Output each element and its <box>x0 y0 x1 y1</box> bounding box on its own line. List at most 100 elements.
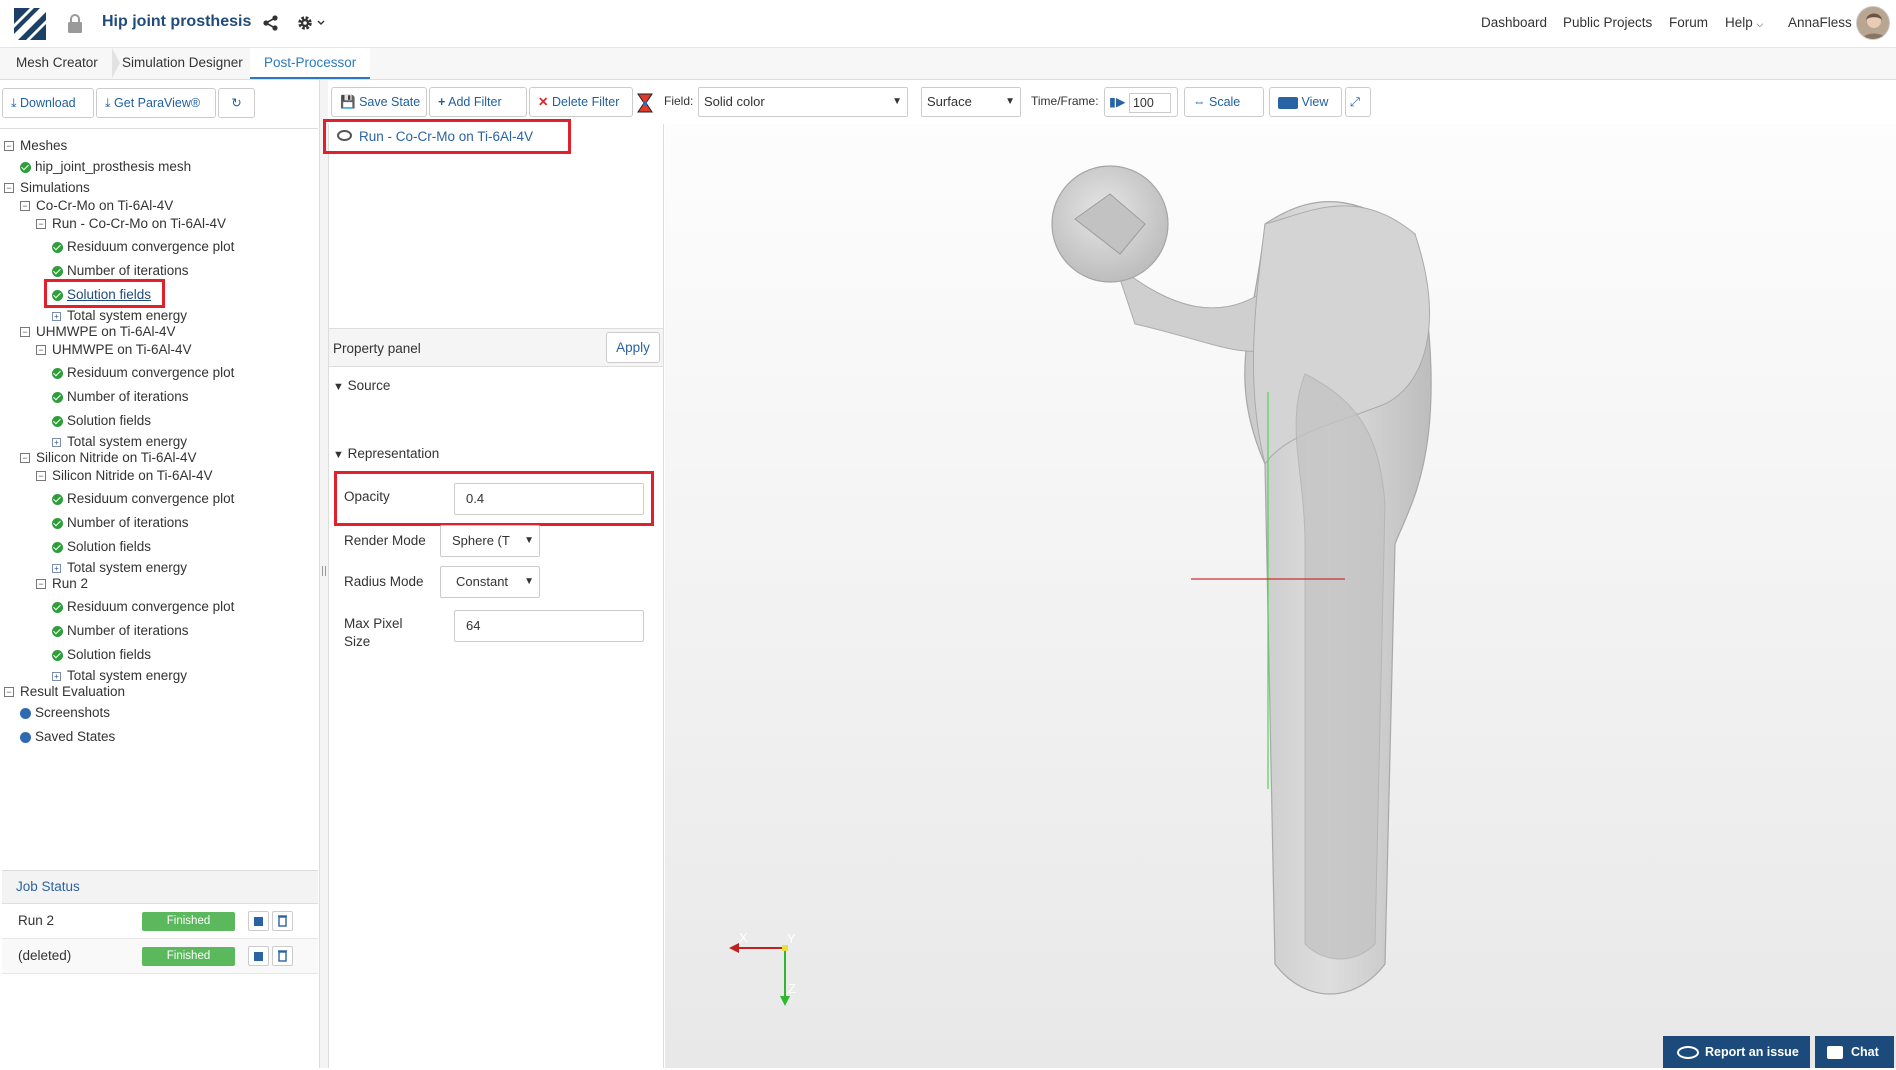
delete-filter-button[interactable]: ✕ Delete Filter <box>529 87 633 117</box>
download-icon: ⤓ <box>105 96 111 110</box>
left-panel: ⤓ Download ⤓ Get ParaView® ↻ − Meshes hip… <box>0 80 320 1068</box>
share-icon[interactable] <box>262 14 280 32</box>
representation-section-toggle[interactable]: ▼ Representation <box>333 446 439 461</box>
tree-solution-fields[interactable]: Solution fields <box>52 646 151 664</box>
collapse-icon[interactable]: − <box>36 471 46 482</box>
report-issue-button[interactable]: Report an issue <box>1663 1036 1810 1068</box>
collapse-icon[interactable]: − <box>20 327 30 338</box>
nav-forum[interactable]: Forum <box>1669 15 1708 30</box>
stop-job-button[interactable] <box>248 911 269 931</box>
panel-splitter[interactable] <box>320 80 328 1068</box>
scale-button[interactable]: ⇔ Scale <box>1184 87 1264 117</box>
tree-meshes[interactable]: − Meshes <box>4 137 67 155</box>
user-avatar[interactable] <box>1856 6 1890 40</box>
tree-sim-cocrmo[interactable]: − Co-Cr-Mo on Ti-6Al-4V <box>20 197 173 215</box>
tree-mesh-item[interactable]: hip_joint_prosthesis mesh <box>20 158 191 176</box>
tree-screenshots[interactable]: Screenshots <box>20 704 110 722</box>
save-state-button[interactable]: 💾 Save State <box>331 87 427 117</box>
source-section-toggle[interactable]: ▼ Source <box>333 378 390 393</box>
delete-filter-label: Delete Filter <box>551 95 620 109</box>
tree-residuum-label: Residuum convergence plot <box>67 239 235 254</box>
tree-run-cocrmo[interactable]: − Run - Co-Cr-Mo on Ti-6Al-4V <box>36 215 226 233</box>
tree-solution-fields[interactable]: Solution fields <box>52 538 151 556</box>
tree-simulations[interactable]: − Simulations <box>4 179 90 197</box>
expand-icon[interactable]: + <box>52 671 61 681</box>
stop-job-button[interactable] <box>248 946 269 966</box>
time-frame-input[interactable]: 100 <box>1128 92 1171 113</box>
collapse-icon[interactable]: − <box>4 183 14 194</box>
triangle-down-icon: ▼ <box>333 449 344 461</box>
collapse-icon[interactable]: − <box>36 219 46 230</box>
collapse-icon[interactable]: − <box>4 141 14 152</box>
refresh-button[interactable]: ↻ <box>218 88 255 118</box>
project-tree: − Meshes hip_joint_prosthesis mesh − Simul… <box>0 128 318 744</box>
job-row: (deleted) Finished <box>2 939 318 974</box>
collapse-icon[interactable]: − <box>4 687 14 698</box>
get-paraview-button[interactable]: ⤓ Get ParaView® <box>96 88 216 118</box>
check-icon <box>52 541 63 553</box>
tree-iterations[interactable]: Number of iterations <box>52 514 189 532</box>
tree-total-energy-label: Total system energy <box>67 308 188 323</box>
3d-viewport[interactable]: X Y Z <box>665 124 1896 1068</box>
collapse-icon[interactable]: − <box>36 345 46 356</box>
nav-public-projects[interactable]: Public Projects <box>1563 15 1652 30</box>
download-button[interactable]: ⤓ Download <box>2 88 94 118</box>
radius-mode-select[interactable]: Constant ▼ <box>440 566 540 598</box>
tree-saved-states[interactable]: Saved States <box>20 728 115 746</box>
colormap-icon[interactable] <box>637 93 653 113</box>
expand-icon[interactable]: + <box>52 437 61 447</box>
tab-mesh-creator[interactable]: Mesh Creator <box>2 48 120 79</box>
tree-result-evaluation[interactable]: − Result Evaluation <box>4 683 125 701</box>
render-mode-select[interactable]: Sphere (T ▼ <box>440 525 540 557</box>
render-mode-value: Sphere (T <box>452 533 510 548</box>
top-navbar: Hip joint prosthesis Dashboard Public Pr… <box>0 0 1896 48</box>
tree-sim-uhmwpe[interactable]: − UHMWPE on Ti-6Al-4V <box>20 323 176 341</box>
tree-residuum-label: Residuum convergence plot <box>67 599 235 614</box>
tree-run-2[interactable]: − Run 2 <box>36 575 88 593</box>
nav-help[interactable]: Help ⌵ <box>1725 15 1763 30</box>
download-label: Download <box>20 96 76 110</box>
max-pixel-size-input[interactable]: 64 <box>454 610 644 642</box>
eye-icon <box>1677 1046 1699 1060</box>
chat-button[interactable]: Chat <box>1815 1036 1894 1068</box>
property-panel-title: Property panel <box>333 341 421 356</box>
expand-icon[interactable]: + <box>52 311 61 321</box>
apply-button[interactable]: Apply <box>606 332 660 363</box>
nav-user-name[interactable]: AnnaFless <box>1788 15 1852 30</box>
reset-camera-button[interactable]: ⤢ <box>1345 87 1371 117</box>
nav-dashboard[interactable]: Dashboard <box>1481 15 1547 30</box>
collapse-icon[interactable]: − <box>20 201 30 212</box>
add-filter-button[interactable]: + Add Filter <box>429 87 527 117</box>
time-frame-control[interactable]: ▮▶ 100 <box>1104 87 1178 117</box>
tree-iterations[interactable]: Number of iterations <box>52 622 189 640</box>
representation-select[interactable]: Surface ▼ <box>921 87 1021 117</box>
tree-sim-silicon[interactable]: − Silicon Nitride on Ti-6Al-4V <box>20 449 197 467</box>
chevron-down-icon: ⌵ <box>1756 19 1764 29</box>
tree-residuum-plot[interactable]: Residuum convergence plot <box>52 238 234 256</box>
tree-solution-fields[interactable]: Solution fields <box>52 412 151 430</box>
tree-run-uhmwpe[interactable]: − UHMWPE on Ti-6Al-4V <box>36 341 192 359</box>
tree-residuum-plot[interactable]: Residuum convergence plot <box>52 490 234 508</box>
expand-icon[interactable]: + <box>52 563 61 573</box>
tab-post-processor[interactable]: Post-Processor <box>250 48 371 79</box>
tab-simulation-designer[interactable]: Simulation Designer <box>108 48 265 79</box>
orientation-axes: X Y Z <box>729 930 796 1006</box>
tree-solution-fields-label: Solution fields <box>67 647 152 662</box>
delete-job-button[interactable] <box>272 911 293 931</box>
tree-residuum-plot[interactable]: Residuum convergence plot <box>52 598 234 616</box>
axis-label-x: X <box>739 930 748 945</box>
delete-job-button[interactable] <box>272 946 293 966</box>
project-title: Hip joint prosthesis <box>102 13 252 30</box>
collapse-icon[interactable]: − <box>36 579 46 590</box>
tree-iterations-label: Number of iterations <box>67 389 189 404</box>
tree-total-energy-label: Total system energy <box>67 668 188 683</box>
field-select[interactable]: Solid color ▼ <box>698 87 908 117</box>
simscale-logo[interactable] <box>14 8 46 40</box>
tree-residuum-plot[interactable]: Residuum convergence plot <box>52 364 234 382</box>
tree-run-silicon[interactable]: − Silicon Nitride on Ti-6Al-4V <box>36 467 213 485</box>
settings-gear-icon[interactable] <box>296 13 328 33</box>
collapse-icon[interactable]: − <box>20 453 30 464</box>
tree-iterations[interactable]: Number of iterations <box>52 262 189 280</box>
view-button[interactable]: View <box>1269 87 1342 117</box>
tree-iterations[interactable]: Number of iterations <box>52 388 189 406</box>
